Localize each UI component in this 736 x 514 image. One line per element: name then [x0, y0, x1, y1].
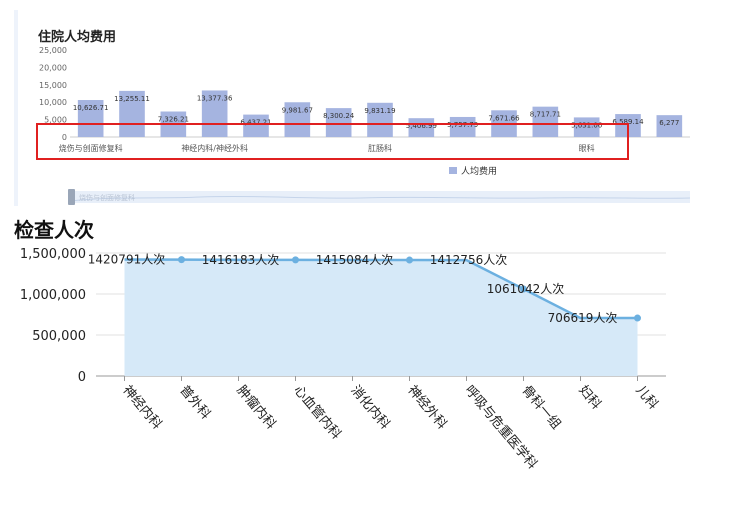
data-zoom-label: 烧伤与创面修复科: [79, 193, 135, 202]
y-tick-label: 1,000,000: [20, 288, 86, 303]
data-label: 706619人次: [548, 311, 618, 325]
bar-value-label: 9,981.67: [282, 106, 313, 114]
x-tick-label: 消化内科: [347, 382, 393, 432]
bar-value-label: 10,626.71: [73, 104, 109, 112]
data-point: [406, 256, 413, 264]
bar-value-label: 7,326.21: [158, 116, 189, 124]
y-tick-label: 0: [62, 133, 67, 142]
data-point: [178, 256, 185, 264]
y-tick-label: 20,000: [39, 63, 67, 72]
bar-value-label: 8,300.24: [323, 112, 355, 120]
exam-visits-chart: 0 500,000 1,000,000 1,500,000 1420791人次 14161…: [20, 247, 666, 472]
bar-value-label: 6,277: [659, 119, 679, 127]
bar-value-label: 6,437.21: [240, 119, 271, 127]
bar-value-label: 9,831.19: [364, 107, 395, 115]
x-tick-label: 神经外科: [404, 383, 449, 432]
x-tick-label: 心血管内科: [290, 382, 344, 442]
legend-label: 人均费用: [461, 165, 497, 177]
x-tick-label: 骨科一组: [518, 383, 563, 432]
x-tick-label: 神经内科/神经外科: [181, 143, 248, 153]
y-tick-label: 10,000: [39, 98, 67, 107]
x-tick-label: 普外科: [176, 383, 213, 423]
x-tick-label: 眼科: [579, 143, 595, 153]
bar-value-label: 13,377.36: [197, 94, 233, 102]
data-label: 1416183人次: [202, 253, 279, 267]
legend-swatch: [449, 167, 457, 174]
bar-value-label: 7,671.66: [488, 114, 520, 122]
data-label: 1412756人次: [430, 253, 507, 267]
x-tick-label: 儿科: [632, 383, 660, 413]
y-tick-label: 0: [78, 370, 86, 385]
y-tick-label: 1,500,000: [20, 247, 86, 262]
x-tick-label: 妇科: [575, 382, 604, 412]
x-tick-label: 肛肠科: [368, 143, 392, 153]
y-tick-label: 25,000: [39, 46, 67, 55]
data-point: [292, 256, 299, 264]
y-tick-label: 500,000: [32, 329, 86, 344]
x-tick-label: 烧伤与创面修复科: [59, 143, 123, 153]
bar-value-label: 5,631.06: [571, 121, 603, 129]
data-zoom-track: [70, 191, 690, 203]
bar-value-label: 13,255.11: [114, 95, 150, 103]
data-zoom-handle: [68, 189, 75, 205]
x-tick-label: 神经内科: [119, 382, 165, 432]
bar-value-label: 8,717.71: [530, 111, 561, 119]
data-label: 1420791人次: [88, 252, 165, 266]
x-tick-label: 肿瘤内科: [233, 382, 279, 432]
hospital-cost-chart: 05,00010,00015,00020,00025,00010,626.711…: [36, 46, 691, 205]
data-label: 1061042人次: [487, 282, 564, 296]
data-point: [634, 314, 641, 322]
y-tick-label: 15,000: [39, 81, 67, 90]
data-label: 1415084人次: [316, 253, 393, 267]
